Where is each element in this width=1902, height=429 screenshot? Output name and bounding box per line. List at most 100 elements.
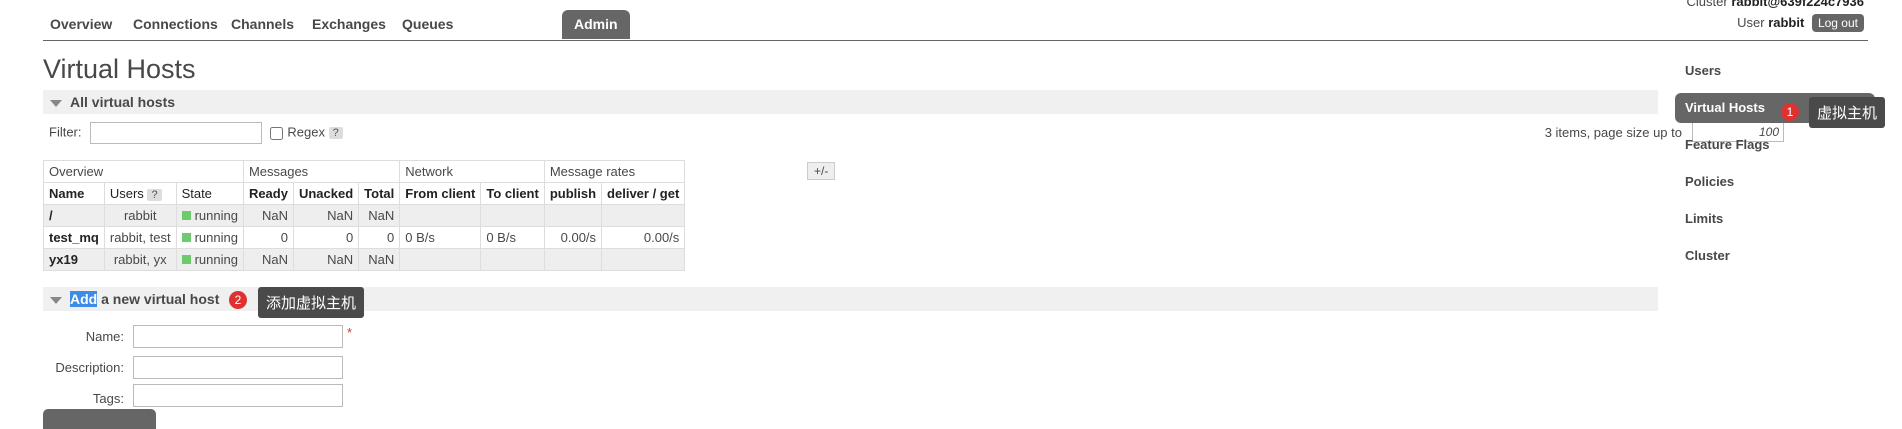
vhost-name-link[interactable]: test_mq — [43, 226, 105, 249]
tab-queues[interactable]: Queues — [390, 10, 465, 39]
user-label: User — [1737, 15, 1765, 30]
cell-deliver — [601, 248, 686, 271]
running-status-icon — [181, 211, 191, 220]
col-to-client[interactable]: To client — [480, 182, 545, 205]
name-label: Name: — [85, 329, 124, 344]
section-title: All virtual hosts — [70, 94, 176, 110]
cell-ready: NaN — [242, 204, 294, 227]
annotation-badge-2: 2 — [229, 291, 247, 309]
paging-info: 3 items, page size up to — [1544, 125, 1682, 140]
add-vhost-button[interactable] — [43, 409, 156, 429]
cell-to-client — [480, 248, 545, 271]
users-help-icon[interactable]: ? — [147, 189, 162, 201]
col-users[interactable]: Users ? — [103, 182, 177, 205]
top-nav: Overview Connections Channels Exchanges … — [43, 10, 1868, 41]
vhosts-table: Overview Messages Network Message rates … — [43, 160, 686, 271]
sidebar-item-cluster[interactable]: Cluster — [1675, 241, 1875, 278]
sidebar-item-users[interactable]: Users — [1675, 56, 1875, 93]
tab-connections[interactable]: Connections — [121, 10, 230, 39]
cell-unacked: NaN — [292, 204, 360, 227]
col-publish[interactable]: publish — [543, 182, 603, 205]
cell-publish — [543, 248, 603, 271]
cluster-info: Cluster rabbit@639f224c7936 — [1687, 0, 1864, 9]
regex-help-icon[interactable]: ? — [328, 127, 343, 140]
group-header-network: Network — [399, 160, 545, 183]
cell-to-client: 0 B/s — [480, 226, 545, 249]
user-info: User rabbit Log out — [1737, 14, 1864, 32]
group-header-message-rates: Message rates — [543, 160, 686, 183]
cell-deliver: 0.00/s — [601, 226, 686, 249]
running-status-icon — [181, 233, 191, 242]
cell-users: rabbit, test — [103, 226, 177, 249]
cluster-label: Cluster — [1686, 0, 1728, 9]
cell-ready: NaN — [242, 248, 294, 271]
cell-users: rabbit, yx — [103, 248, 177, 271]
cell-state: running — [175, 248, 244, 271]
annotation-tooltip-2: 添加虚拟主机 — [258, 287, 365, 318]
group-header-overview: Overview — [43, 160, 244, 183]
tab-exchanges[interactable]: Exchanges — [300, 10, 398, 39]
filter-row: Filter: Regex ? — [49, 122, 343, 144]
required-mark: * — [347, 325, 353, 340]
section-title-highlight: Add — [70, 291, 98, 307]
regex-label: Regex — [287, 124, 325, 140]
cell-total: NaN — [358, 204, 401, 227]
regex-checkbox[interactable] — [269, 126, 283, 140]
col-state[interactable]: State — [175, 182, 244, 205]
col-users-label: Users — [109, 186, 144, 201]
cell-ready: 0 — [242, 226, 294, 249]
col-unacked[interactable]: Unacked — [292, 182, 360, 205]
vhost-name-link[interactable]: / — [43, 204, 105, 227]
tab-admin[interactable]: Admin — [562, 10, 630, 39]
cell-state: running — [175, 204, 244, 227]
sidebar-item-feature-flags[interactable]: Feature Flags — [1675, 130, 1875, 167]
group-header-messages: Messages — [242, 160, 401, 183]
user-name: rabbit — [1768, 15, 1805, 30]
state-text: running — [194, 230, 238, 245]
table-row[interactable]: / rabbit running NaN NaN NaN — [43, 204, 686, 227]
all-vhosts-section-header[interactable]: All virtual hosts — [43, 90, 1658, 114]
sidebar-item-limits[interactable]: Limits — [1675, 204, 1875, 241]
tags-input[interactable] — [133, 384, 343, 407]
cell-to-client — [480, 204, 545, 227]
cell-from-client — [399, 248, 482, 271]
state-text: running — [194, 208, 238, 223]
annotation-tooltip-1: 虚拟主机 — [1809, 97, 1886, 128]
filter-input[interactable] — [90, 122, 263, 144]
cell-publish: 0.00/s — [543, 226, 603, 249]
collapse-triangle-icon — [50, 296, 62, 304]
collapse-triangle-icon — [50, 99, 62, 107]
cell-deliver — [601, 204, 686, 227]
section-title: a new virtual host — [97, 291, 220, 307]
tab-channels[interactable]: Channels — [219, 10, 306, 39]
col-name[interactable]: Name — [43, 182, 105, 205]
cell-total: 0 — [358, 226, 401, 249]
vhost-name-link[interactable]: yx19 — [43, 248, 105, 271]
description-label: Description: — [55, 360, 124, 375]
col-ready[interactable]: Ready — [242, 182, 294, 205]
cell-users: rabbit — [103, 204, 177, 227]
col-deliver-get[interactable]: deliver / get — [601, 182, 686, 205]
column-options-button[interactable]: +/- — [807, 162, 836, 180]
annotation-badge-1: 1 — [1781, 103, 1799, 121]
sidebar-item-policies[interactable]: Policies — [1675, 167, 1875, 204]
tags-label: Tags: — [92, 391, 124, 406]
col-from-client[interactable]: From client — [399, 182, 482, 205]
logout-button[interactable]: Log out — [1811, 14, 1864, 32]
cell-unacked: NaN — [292, 248, 360, 271]
table-row[interactable]: test_mq rabbit, test running 0 0 0 0 B/s… — [43, 226, 686, 249]
table-row[interactable]: yx19 rabbit, yx running NaN NaN NaN — [43, 248, 686, 271]
cell-total: NaN — [358, 248, 401, 271]
cluster-name: rabbit@639f224c7936 — [1731, 0, 1864, 9]
cell-publish — [543, 204, 603, 227]
running-status-icon — [181, 255, 191, 264]
cell-from-client — [399, 204, 482, 227]
col-total[interactable]: Total — [358, 182, 401, 205]
description-input[interactable] — [133, 356, 343, 379]
cell-from-client: 0 B/s — [399, 226, 482, 249]
tab-overview[interactable]: Overview — [38, 10, 124, 39]
cell-state: running — [175, 226, 244, 249]
name-input[interactable] — [133, 325, 343, 348]
state-text: running — [194, 252, 238, 267]
page-title: Virtual Hosts — [43, 54, 196, 84]
